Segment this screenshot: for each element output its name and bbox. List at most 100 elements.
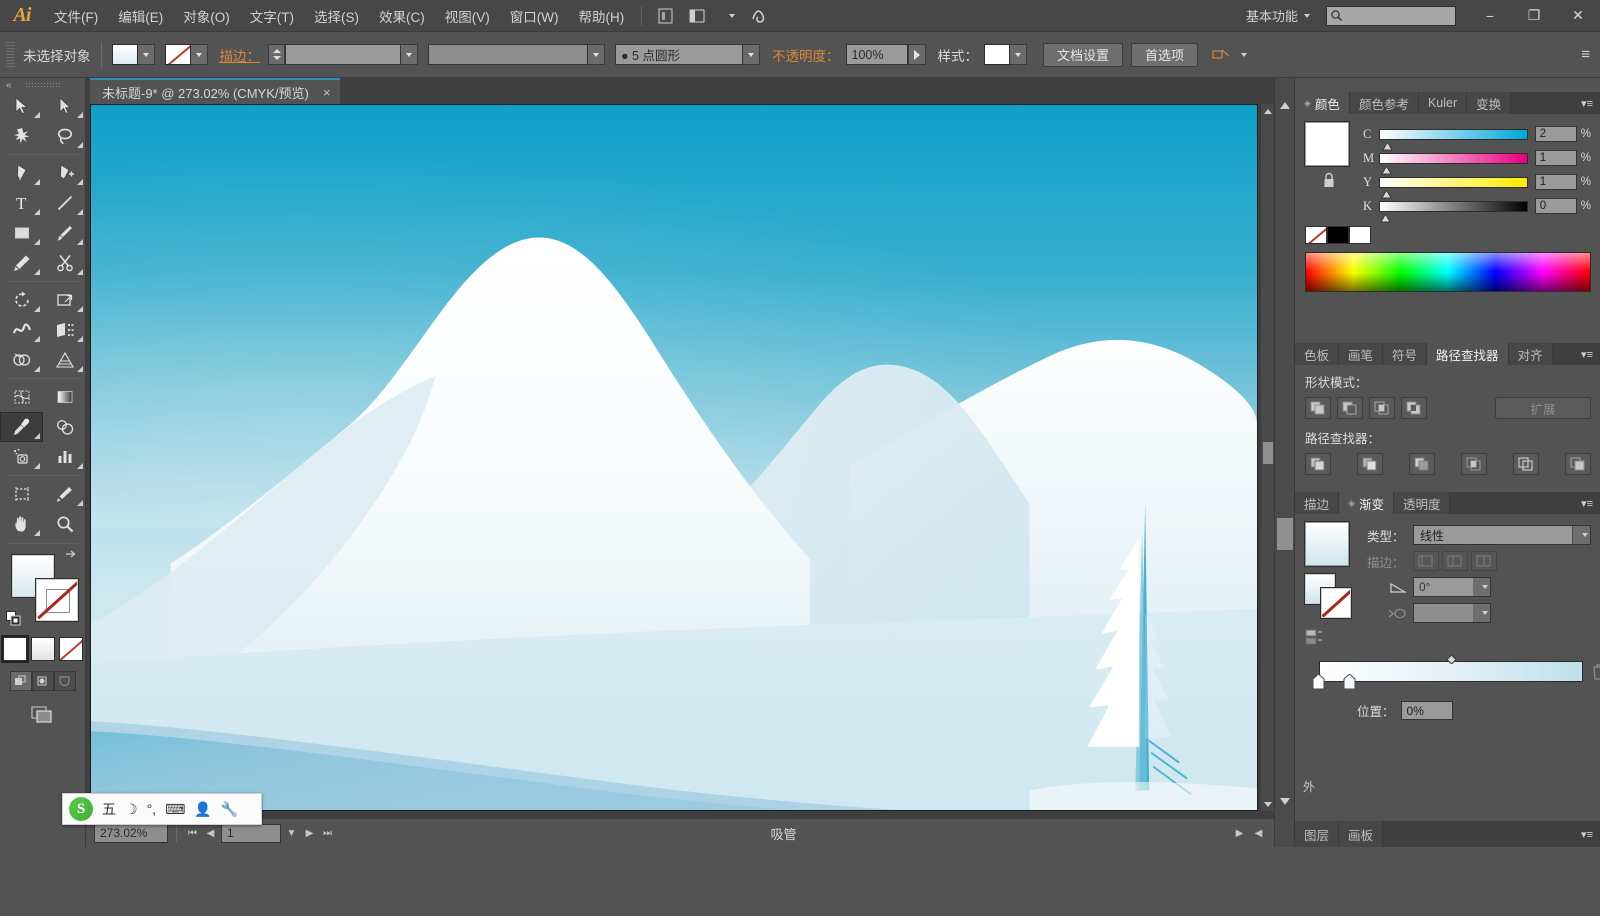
chevron-down-icon[interactable] — [1473, 578, 1490, 596]
hand-tool[interactable] — [0, 509, 43, 539]
first-artboard-icon[interactable]: ⏮ — [185, 824, 200, 843]
adobe-stock-icon[interactable] — [748, 5, 774, 27]
stroke-gradient-within-icon[interactable] — [1413, 551, 1439, 571]
gradient-stroke-proxy[interactable] — [1321, 588, 1351, 618]
stroke-dropdown-button[interactable] — [190, 44, 208, 65]
gradient-type-select[interactable]: 线性 — [1413, 525, 1591, 545]
control-panel-menu-icon[interactable]: ≡ — [1581, 46, 1590, 63]
column-graph-tool[interactable] — [43, 442, 86, 472]
ime-settings-icon[interactable]: 🔧 — [221, 801, 238, 818]
selection-tool[interactable] — [0, 91, 43, 121]
direct-selection-tool[interactable] — [43, 91, 86, 121]
control-bar-grip[interactable] — [6, 41, 15, 68]
control-overflow-icon[interactable] — [1212, 48, 1248, 62]
stroke-weight-input[interactable] — [285, 44, 401, 65]
chevron-down-icon[interactable] — [1572, 526, 1590, 544]
menu-type[interactable]: 文字(T) — [240, 1, 304, 31]
workspace-switcher[interactable]: 基本功能 — [1238, 3, 1318, 28]
brush-dropdown[interactable] — [743, 44, 760, 65]
expand-dock-icon[interactable] — [1279, 100, 1291, 112]
panel-menu-icon[interactable]: ▾≡ — [1573, 821, 1600, 847]
scroll-left-icon[interactable]: ◀ — [1251, 824, 1266, 843]
channel-input-k[interactable]: 0 — [1534, 198, 1577, 214]
expand-button[interactable]: 扩展 — [1495, 397, 1591, 419]
search-input[interactable] — [1326, 5, 1456, 26]
opacity-flyout-button[interactable] — [907, 44, 926, 65]
stroke-label[interactable]: 描边： — [220, 45, 261, 65]
reverse-gradient-icon[interactable] — [1305, 628, 1361, 649]
opacity-label[interactable]: 不透明度： — [772, 45, 840, 65]
fill-color-control[interactable] — [111, 44, 155, 65]
gradient-slider-track[interactable] — [1319, 661, 1583, 682]
shape-builder-tool[interactable] — [0, 345, 43, 375]
default-fill-stroke-icon[interactable] — [6, 611, 22, 627]
scrollbar-thumb[interactable] — [1263, 442, 1273, 464]
gradient-preview-swatch[interactable] — [1305, 522, 1349, 566]
gradient-stop-mid[interactable] — [1343, 673, 1356, 690]
fill-swatch[interactable] — [111, 44, 138, 65]
tab-pathfinder[interactable]: 路径查找器 — [1427, 343, 1509, 365]
ime-keyboard-icon[interactable]: ⌨ — [165, 801, 185, 818]
symbol-sprayer-tool[interactable] — [0, 442, 43, 472]
delete-stop-icon[interactable] — [1592, 663, 1600, 683]
artboard[interactable] — [90, 104, 1258, 811]
color-spectrum-bar[interactable] — [1305, 252, 1591, 292]
collapse-dock-icon[interactable] — [1279, 795, 1291, 807]
menu-edit[interactable]: 编辑(E) — [108, 1, 173, 31]
type-tool[interactable]: T — [0, 188, 43, 218]
blend-tool[interactable] — [43, 412, 86, 442]
swap-fill-stroke-icon[interactable] — [64, 549, 78, 563]
unite-icon[interactable] — [1305, 397, 1331, 419]
gradient-tool[interactable] — [43, 382, 86, 412]
magic-wand-tool[interactable] — [0, 121, 43, 151]
slider-track-y[interactable] — [1379, 176, 1528, 198]
tab-gradient[interactable]: ◈ 渐变 — [1339, 492, 1394, 514]
tab-color[interactable]: ◈ 颜色 — [1295, 92, 1350, 114]
tab-stroke[interactable]: 描边 — [1295, 492, 1340, 514]
swatch-none[interactable] — [1305, 226, 1327, 244]
stroke-swatch-large[interactable] — [36, 579, 78, 621]
channel-input-y[interactable]: 1 — [1534, 174, 1577, 190]
graphic-style-dropdown[interactable] — [1010, 44, 1027, 65]
slider-knob-k[interactable] — [1380, 211, 1391, 222]
document-tab[interactable]: 未标题-9* @ 273.02% (CMYK/预览) × — [90, 78, 341, 104]
rectangle-tool[interactable] — [0, 218, 43, 248]
variable-width-profile-select[interactable] — [428, 44, 588, 65]
graphic-style-swatch[interactable] — [984, 44, 1010, 65]
divide-icon[interactable] — [1305, 453, 1331, 475]
gradient-angle-input[interactable]: 0° — [1413, 577, 1491, 597]
panel-menu-icon[interactable]: ▾≡ — [1573, 343, 1600, 365]
panel-menu-icon[interactable]: ▾≡ — [1573, 492, 1600, 514]
tab-kuler[interactable]: Kuler — [1418, 92, 1468, 114]
swatch-black[interactable] — [1327, 226, 1349, 244]
gradient-stop-start[interactable] — [1312, 673, 1325, 690]
collapse-tools-icon[interactable]: « — [6, 80, 11, 91]
next-artboard-icon[interactable]: ▶ — [302, 824, 317, 843]
slider-knob-c[interactable] — [1382, 139, 1393, 150]
close-icon[interactable]: × — [323, 85, 331, 100]
gradient-location-input[interactable]: 0% — [1400, 701, 1453, 720]
slider-track-m[interactable] — [1379, 152, 1528, 174]
ime-moon-icon[interactable]: ☽ — [125, 801, 138, 818]
artboard-tool[interactable] — [0, 479, 43, 509]
scroll-up-icon[interactable] — [1261, 104, 1275, 118]
crop-icon[interactable] — [1461, 453, 1487, 475]
zoom-tool[interactable] — [43, 509, 86, 539]
slider-knob-y[interactable] — [1381, 187, 1392, 198]
stroke-weight-dropdown[interactable] — [401, 44, 418, 65]
ime-logo-icon[interactable]: S — [69, 797, 93, 821]
eyedropper-tool[interactable] — [0, 412, 43, 442]
stroke-gradient-along-icon[interactable] — [1442, 551, 1468, 571]
perspective-grid-tool[interactable] — [43, 345, 86, 375]
merge-icon[interactable] — [1409, 453, 1435, 475]
fill-dropdown-button[interactable] — [137, 44, 155, 65]
active-fill-swatch[interactable] — [1305, 122, 1349, 166]
prev-artboard-icon[interactable]: ◀ — [203, 824, 218, 843]
sogou-ime-bar[interactable]: S 五 ☽ °, ⌨ 👤 🔧 — [62, 793, 262, 825]
color-mode-none[interactable] — [58, 637, 83, 661]
slice-tool[interactable] — [43, 479, 86, 509]
menu-file[interactable]: 文件(F) — [44, 1, 108, 31]
close-button[interactable]: ✕ — [1556, 0, 1600, 31]
tab-transparency[interactable]: 透明度 — [1393, 492, 1451, 514]
brush-definition-select[interactable]: ● 5 点圆形 — [615, 44, 743, 65]
